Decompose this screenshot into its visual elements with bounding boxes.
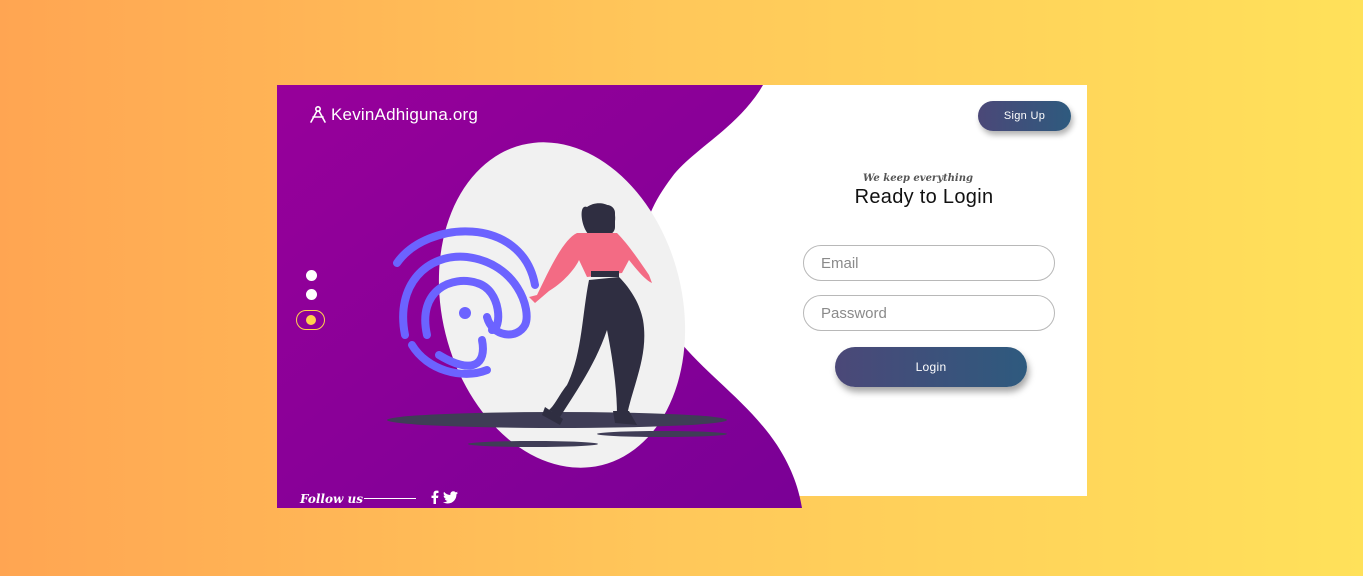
hero-panel: KevinAdhiguna.org Follow us — [277, 85, 807, 508]
follow-divider — [363, 498, 416, 499]
login-title: Ready to Login — [854, 186, 994, 208]
slider-dot-active[interactable] — [296, 310, 325, 330]
sign-up-button[interactable]: Sign Up — [978, 101, 1071, 131]
email-field[interactable] — [803, 245, 1055, 281]
slider-dot-1[interactable] — [306, 270, 317, 281]
slider-dot-2[interactable] — [306, 289, 317, 300]
facebook-icon[interactable] — [430, 490, 439, 507]
hero-background — [277, 85, 802, 508]
floor-shadow-3 — [468, 441, 598, 447]
follow-label: Follow us — [300, 491, 363, 506]
brand[interactable]: KevinAdhiguna.org — [308, 105, 478, 125]
floor-shadow-2 — [597, 431, 727, 437]
brand-name: KevinAdhiguna.org — [331, 105, 479, 124]
compass-logo-icon — [310, 105, 326, 123]
password-field[interactable] — [803, 295, 1055, 331]
login-button[interactable]: Login — [835, 347, 1027, 387]
twitter-icon[interactable] — [442, 490, 458, 507]
login-tagline: We keep everything — [863, 173, 973, 184]
fingerprint-dot — [459, 307, 471, 319]
follow-us: Follow us — [300, 490, 458, 507]
social-links — [430, 490, 458, 507]
